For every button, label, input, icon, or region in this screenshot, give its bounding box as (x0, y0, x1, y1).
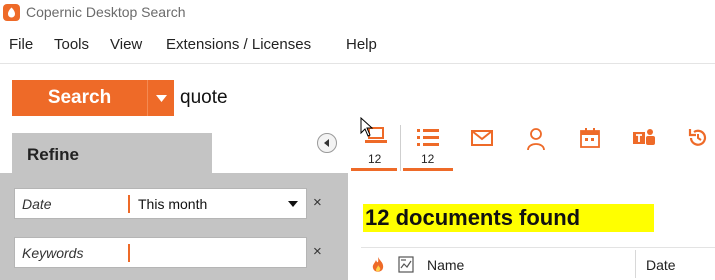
search-options-dropdown[interactable] (147, 80, 174, 116)
contact-icon (527, 128, 545, 151)
field-separator (128, 244, 130, 262)
column-header-name[interactable]: Name (427, 257, 464, 273)
relevance-flame-icon[interactable] (370, 256, 386, 274)
history-icon (688, 129, 707, 146)
keywords-filter-label: Keywords (22, 245, 84, 261)
copernic-logo-icon (3, 4, 20, 21)
date-filter-label: Date (22, 196, 52, 212)
collapse-panel-button[interactable] (317, 133, 337, 153)
calendar-icon (580, 128, 600, 148)
menu-view[interactable]: View (110, 36, 142, 53)
refine-title: Refine (27, 145, 79, 164)
column-separator (635, 250, 636, 278)
caret-down-icon (155, 94, 167, 102)
title-bar: Copernic Desktop Search (0, 0, 715, 26)
search-button-label: Search (47, 87, 112, 108)
menu-divider (0, 63, 715, 64)
results-summary: 12 documents found (363, 204, 654, 232)
mouse-cursor-icon (360, 117, 374, 137)
date-filter-field[interactable]: Date This month (14, 188, 307, 219)
category-tab-contacts[interactable] (509, 124, 563, 172)
results-column-headers: Name Date (361, 247, 715, 280)
arrow-left-icon (324, 139, 329, 147)
mail-icon (471, 130, 493, 146)
menu-help[interactable]: Help (346, 36, 377, 53)
field-separator (128, 195, 130, 213)
category-tab-calendar[interactable] (563, 124, 617, 172)
date-filter-value: This month (138, 196, 208, 212)
menu-extensions-licenses[interactable]: Extensions / Licenses (166, 36, 311, 53)
category-count-all: 12 (368, 152, 382, 166)
window-title: Copernic Desktop Search (26, 4, 186, 20)
dropdown-arrow-icon[interactable] (288, 201, 298, 207)
teams-icon (633, 129, 655, 145)
menu-tools[interactable]: Tools (54, 36, 89, 53)
menu-bar: File Tools View Extensions / Licenses He… (0, 30, 715, 60)
selected-tab-underline (403, 168, 453, 171)
column-header-date[interactable]: Date (646, 257, 676, 273)
selected-tab-underline (351, 168, 397, 171)
clear-date-filter-icon[interactable]: × (313, 194, 322, 211)
keywords-filter-field[interactable]: Keywords (14, 237, 307, 268)
category-tab-history[interactable] (671, 124, 715, 172)
file-type-icon[interactable] (398, 256, 415, 273)
list-icon (417, 129, 439, 146)
category-count-list: 12 (421, 152, 435, 166)
search-button[interactable]: Search (12, 80, 147, 116)
category-tab-teams[interactable] (617, 124, 671, 172)
category-tab-email[interactable] (455, 124, 509, 172)
clear-keywords-filter-icon[interactable]: × (313, 243, 322, 260)
search-input[interactable] (176, 80, 715, 116)
menu-file[interactable]: File (9, 36, 33, 53)
